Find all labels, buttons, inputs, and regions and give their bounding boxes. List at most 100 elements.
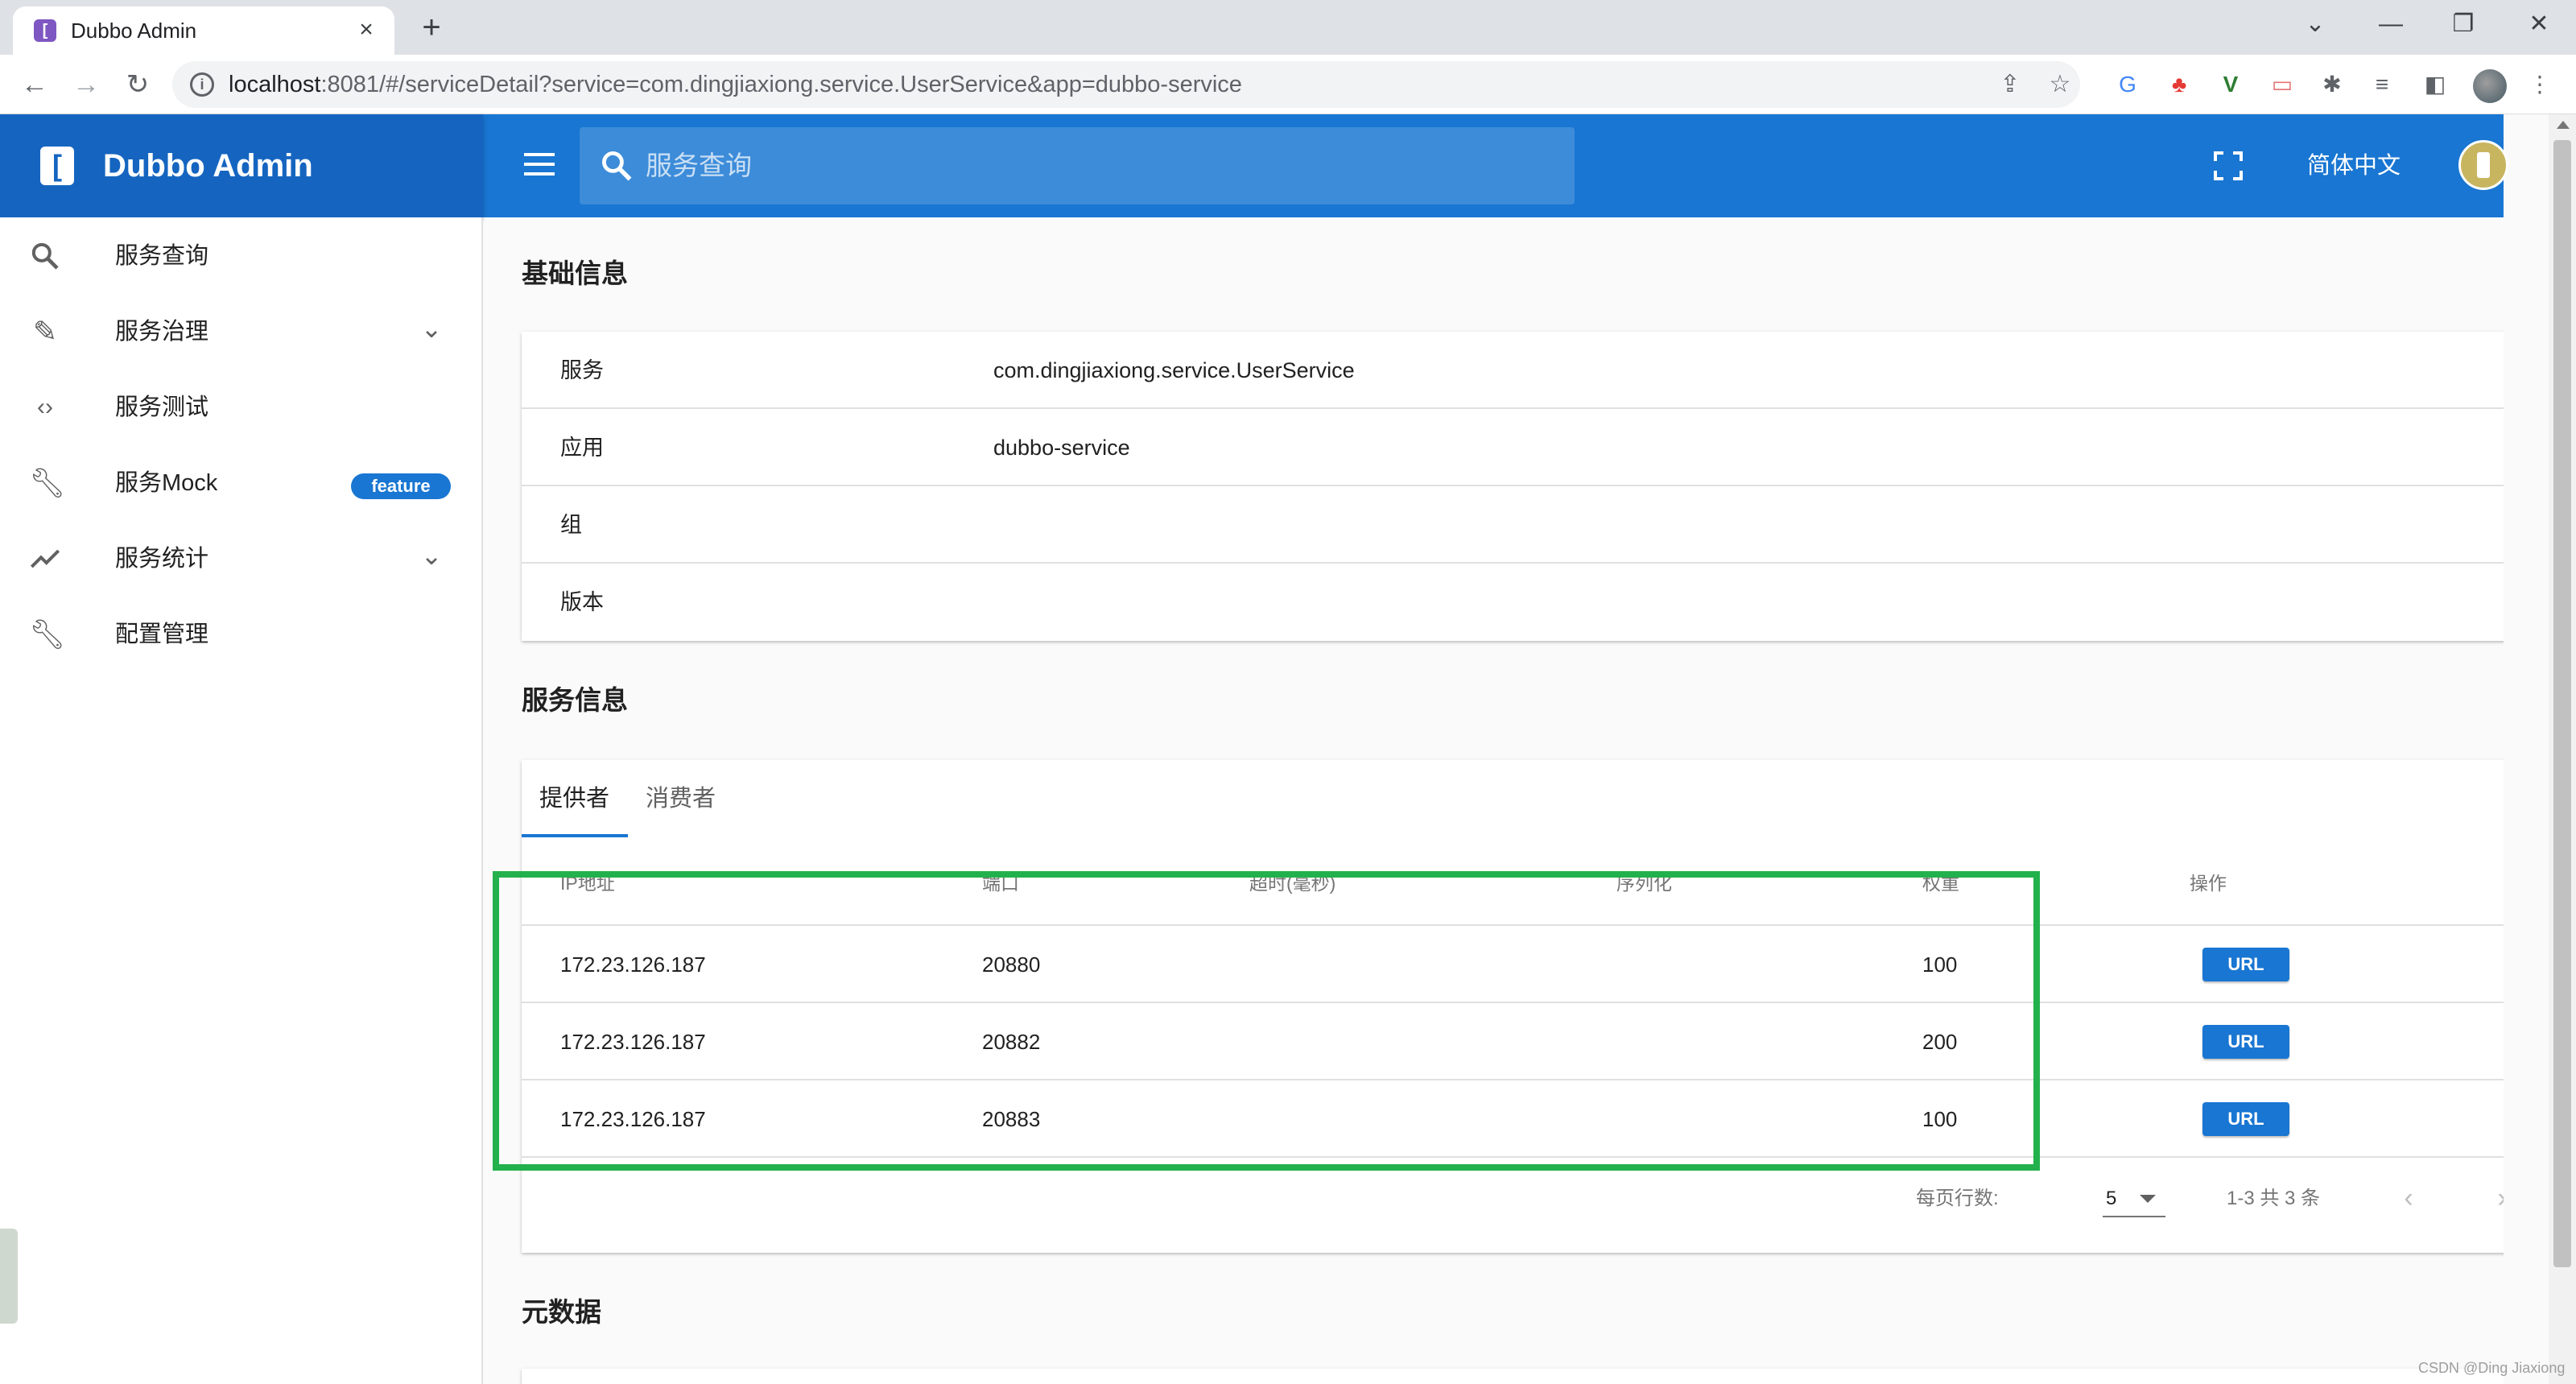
forward-arrow-icon[interactable]: → xyxy=(68,66,105,103)
cell-ip: 172.23.126.187 xyxy=(560,1107,706,1131)
service-info-title: 服务信息 xyxy=(522,685,628,715)
screen-extension-icon[interactable]: ▭ xyxy=(2267,69,2297,100)
col-serialization[interactable]: 序列化 xyxy=(1616,871,1672,895)
dubbo-favicon-icon: [ xyxy=(34,19,56,42)
tab-close-icon[interactable]: × xyxy=(353,16,380,43)
chevron-down-icon[interactable]: ⌄ xyxy=(415,312,448,345)
info-key: 版本 xyxy=(560,590,604,614)
col-actions: 操作 xyxy=(2190,873,2227,894)
url-button[interactable]: URL xyxy=(2202,948,2289,981)
address-bar[interactable]: i localhost:8081/#/serviceDetail?service… xyxy=(172,61,2080,108)
cell-ip: 172.23.126.187 xyxy=(560,952,706,977)
url-host: localhost xyxy=(229,72,321,97)
tab-search-icon[interactable]: ⌄ xyxy=(2291,6,2339,42)
search-input[interactable]: 服务查询 xyxy=(580,127,1575,205)
tab-consumers[interactable]: 消费者 xyxy=(646,783,716,815)
browser-toolbar: ← → ↻ i localhost:8081/#/serviceDetail?s… xyxy=(0,55,2576,114)
info-key: 服务 xyxy=(560,358,604,382)
next-page-icon[interactable]: › xyxy=(2484,1180,2504,1216)
dubbo-logo-icon: [ xyxy=(40,147,74,185)
cell-ip: 172.23.126.187 xyxy=(560,1030,706,1054)
side-panel-icon[interactable]: ◧ xyxy=(2420,69,2450,100)
bookmark-star-icon[interactable]: ☆ xyxy=(2045,69,2075,100)
col-timeout[interactable]: 超时(毫秒) xyxy=(1249,871,1335,895)
sidebar-resize-handle[interactable] xyxy=(0,1229,18,1324)
basic-info-title: 基础信息 xyxy=(522,258,628,288)
url-button[interactable]: URL xyxy=(2202,1025,2289,1059)
new-tab-button[interactable]: + xyxy=(414,10,449,45)
table-header: IP地址 端口 超时(毫秒) 序列化 权重 操作 xyxy=(522,837,2504,926)
basic-info-card: 服务 com.dingjiaxiong.service.UserService … xyxy=(522,332,2504,641)
hamburger-menu-icon[interactable] xyxy=(520,147,559,185)
back-arrow-icon[interactable]: ← xyxy=(16,66,53,103)
site-info-icon[interactable]: i xyxy=(190,72,214,97)
code-icon: ‹› xyxy=(37,394,53,420)
scroll-up-arrow-icon[interactable] xyxy=(2557,121,2570,129)
feature-badge: feature xyxy=(351,473,451,499)
wrench-icon: 🔧︎ xyxy=(29,618,66,651)
col-ip[interactable]: IP地址 xyxy=(560,871,615,895)
info-row-version: 版本 xyxy=(522,564,2504,641)
sidebar-item-service-mock[interactable]: 🔧︎ 服务Mock feature xyxy=(0,444,481,522)
url-path: :8081/#/serviceDetail?service=com.dingji… xyxy=(320,72,1242,97)
sidebar-item-service-governance[interactable]: ✎ 服务治理 ⌄ xyxy=(0,293,481,370)
search-icon xyxy=(602,151,632,181)
table-footer: 每页行数: 5 1-3 共 3 条 ‹ › xyxy=(522,1158,2504,1246)
info-key: 应用 xyxy=(560,436,604,460)
reading-list-icon[interactable]: ≡ xyxy=(2367,69,2397,100)
close-window-button[interactable]: ✕ xyxy=(2515,6,2563,42)
sidebar-item-service-search[interactable]: 服务查询 xyxy=(0,217,481,295)
cell-weight: 200 xyxy=(1922,1030,1958,1054)
browser-tab[interactable]: [ Dubbo Admin × xyxy=(13,6,394,55)
puzzle-extensions-icon[interactable]: ✱ xyxy=(2317,69,2347,100)
info-row-application: 应用 dubbo-service xyxy=(522,409,2504,486)
tab-providers[interactable]: 提供者 xyxy=(539,783,609,815)
fullscreen-icon[interactable] xyxy=(2212,150,2244,182)
page-scrollbar[interactable] xyxy=(2549,114,2576,1384)
sidebar-item-service-test[interactable]: ‹› 服务测试 xyxy=(0,369,481,446)
extension-icon[interactable]: ♣ xyxy=(2164,69,2194,100)
vue-devtools-icon[interactable]: V xyxy=(2215,69,2246,100)
profile-avatar[interactable] xyxy=(2473,69,2507,103)
search-placeholder: 服务查询 xyxy=(646,151,752,180)
minimize-button[interactable]: — xyxy=(2367,6,2415,42)
sidebar: 服务查询 ✎ 服务治理 ⌄ ‹› 服务测试 🔧︎ 服务Mock feature … xyxy=(0,217,483,1384)
sidebar-item-label: 配置管理 xyxy=(115,622,209,647)
watermark: CSDN @Ding Jiaxiong xyxy=(2418,1360,2566,1376)
sidebar-item-service-statistics[interactable]: 服务统计 ⌄ xyxy=(0,520,481,597)
service-info-card: 提供者 消费者 IP地址 端口 超时(毫秒) 序列化 权重 操作 172.23.… xyxy=(522,760,2504,1253)
col-port[interactable]: 端口 xyxy=(982,871,1019,895)
search-icon xyxy=(31,242,59,270)
main-content: 基础信息 服务 com.dingjiaxiong.service.UserSer… xyxy=(485,217,2504,1384)
rows-per-page-value: 5 xyxy=(2106,1188,2117,1209)
sidebar-item-label: 服务治理 xyxy=(115,319,209,345)
prev-page-icon[interactable]: ‹ xyxy=(2391,1180,2426,1216)
address-url[interactable]: localhost:8081/#/serviceDetail?service=c… xyxy=(229,71,1242,98)
brand: [ Dubbo Admin xyxy=(0,114,483,217)
sidebar-item-config-management[interactable]: 🔧︎ 配置管理 xyxy=(0,596,481,673)
sidebar-item-label: 服务统计 xyxy=(115,546,209,572)
app-title: Dubbo Admin xyxy=(103,148,313,184)
chevron-down-icon[interactable]: ⌄ xyxy=(415,539,448,572)
pagination-range: 1-3 共 3 条 xyxy=(2227,1188,2321,1209)
app-bar: [ Dubbo Admin 服务查询 简体中文 xyxy=(0,114,2508,217)
col-weight[interactable]: 权重 xyxy=(1922,871,1959,895)
trending-icon xyxy=(30,549,60,568)
reload-icon[interactable]: ↻ xyxy=(119,66,156,103)
more-menu-icon[interactable]: ⋮ xyxy=(2524,69,2555,100)
rows-per-page-select[interactable]: 5 xyxy=(2103,1182,2165,1217)
info-row-service: 服务 com.dingjiaxiong.service.UserService xyxy=(522,332,2504,409)
browser-tabstrip: [ Dubbo Admin × + ⌄ — ❐ ✕ xyxy=(0,0,2576,55)
translate-extension-icon[interactable]: G xyxy=(2112,69,2143,100)
info-key: 组 xyxy=(560,513,582,537)
caret-down-icon xyxy=(2140,1195,2156,1203)
metadata-title: 元数据 xyxy=(522,1297,601,1327)
url-button[interactable]: URL xyxy=(2202,1102,2289,1136)
table-row: 172.23.126.187 20882 200 URL xyxy=(522,1003,2504,1080)
restore-button[interactable]: ❐ xyxy=(2439,6,2487,42)
language-selector[interactable]: 简体中文 xyxy=(2307,150,2401,182)
user-avatar[interactable] xyxy=(2458,140,2508,190)
scrollbar-thumb[interactable] xyxy=(2553,140,2571,1267)
share-icon[interactable]: ⇪ xyxy=(1995,69,2025,100)
cell-port: 20882 xyxy=(982,1030,1041,1054)
